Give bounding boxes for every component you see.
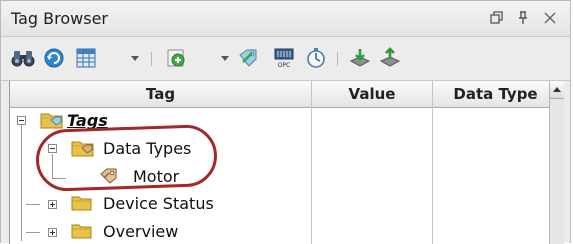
highlight-ellipse (34, 123, 219, 193)
tag-browser-panel: Tag Browser OPC Tag Value Data Type Tags… (0, 0, 571, 244)
title-bar: Tag Browser (1, 1, 570, 37)
column-header-tag[interactable]: Tag (10, 81, 311, 107)
tree-row-label: Overview (103, 222, 179, 241)
collapse-icon[interactable] (17, 116, 26, 125)
chevron-down-icon[interactable] (131, 56, 139, 61)
toolbar-separator (337, 52, 338, 66)
tree-row-label: Device Status (103, 194, 214, 213)
column-divider (311, 81, 312, 244)
close-icon[interactable] (542, 10, 558, 26)
panel-title: Tag Browser (11, 9, 109, 28)
column-header-data-type[interactable]: Data Type (433, 81, 558, 107)
tree-row-overview[interactable]: Overview (10, 220, 310, 244)
folder-icon (71, 222, 93, 244)
export-icon[interactable] (379, 47, 401, 69)
expand-icon[interactable] (48, 228, 57, 237)
pin-icon[interactable] (515, 10, 531, 26)
binoculars-icon[interactable] (11, 47, 35, 69)
refresh-icon[interactable] (43, 47, 65, 69)
column-divider (432, 81, 433, 244)
folder-icon (71, 194, 93, 216)
timer-icon[interactable] (305, 47, 327, 69)
opc-icon[interactable]: OPC (273, 47, 295, 69)
chevron-down-icon[interactable] (221, 56, 229, 61)
import-icon[interactable] (349, 47, 371, 69)
vertical-scrollbar[interactable] (549, 81, 564, 244)
scroll-up-button[interactable] (550, 81, 564, 99)
grid-icon[interactable] (75, 47, 97, 69)
toolbar-separator (151, 52, 152, 66)
expand-icon[interactable] (48, 200, 57, 209)
opc-label: OPC (278, 62, 291, 69)
toolbar: OPC (1, 37, 570, 81)
chevron-up-icon (553, 87, 561, 92)
table-header: Tag Value Data Type (10, 81, 557, 108)
restore-icon[interactable] (489, 10, 505, 26)
new-tag-icon[interactable] (165, 47, 187, 69)
column-header-value[interactable]: Value (312, 81, 432, 107)
edit-tag-icon[interactable] (237, 47, 259, 69)
tree-row-device-status[interactable]: Device Status (10, 192, 310, 216)
